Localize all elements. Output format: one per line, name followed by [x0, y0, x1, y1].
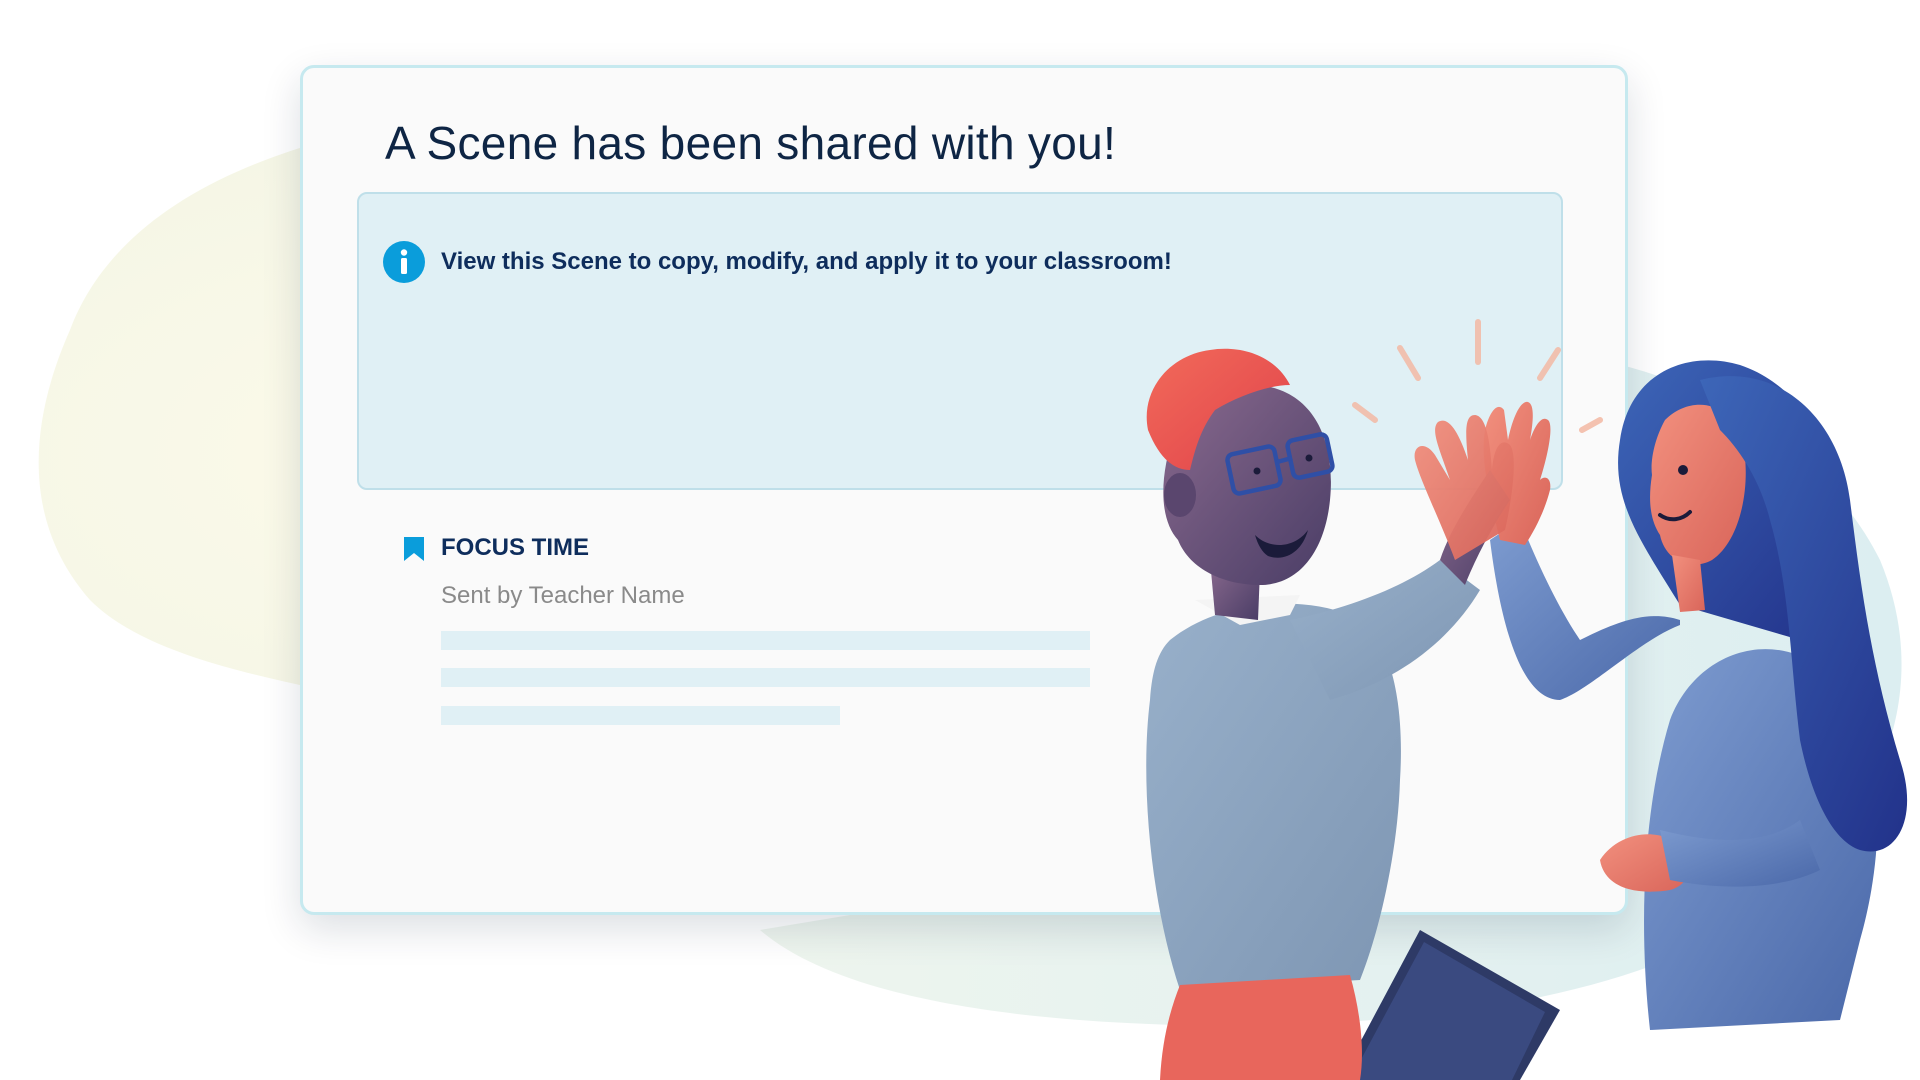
scene-sender: Sent by Teacher Name	[441, 582, 685, 609]
description-placeholder-line	[441, 631, 1090, 650]
scene-name: FOCUS TIME	[441, 534, 589, 561]
share-scene-illustration: A Scene has been shared with you! View t…	[0, 0, 1920, 1080]
info-circle-icon	[383, 241, 425, 283]
info-banner: View this Scene to copy, modify, and app…	[357, 192, 1563, 490]
description-placeholder-line	[441, 706, 840, 725]
shared-scene-card[interactable]: FOCUS TIME Sent by Teacher Name	[403, 534, 1103, 764]
description-placeholder-line	[441, 668, 1090, 687]
bookmark-icon	[404, 537, 424, 561]
info-message: View this Scene to copy, modify, and app…	[441, 248, 1172, 275]
dialog-title: A Scene has been shared with you!	[385, 117, 1117, 169]
scene-shared-dialog: A Scene has been shared with you! View t…	[300, 65, 1628, 915]
